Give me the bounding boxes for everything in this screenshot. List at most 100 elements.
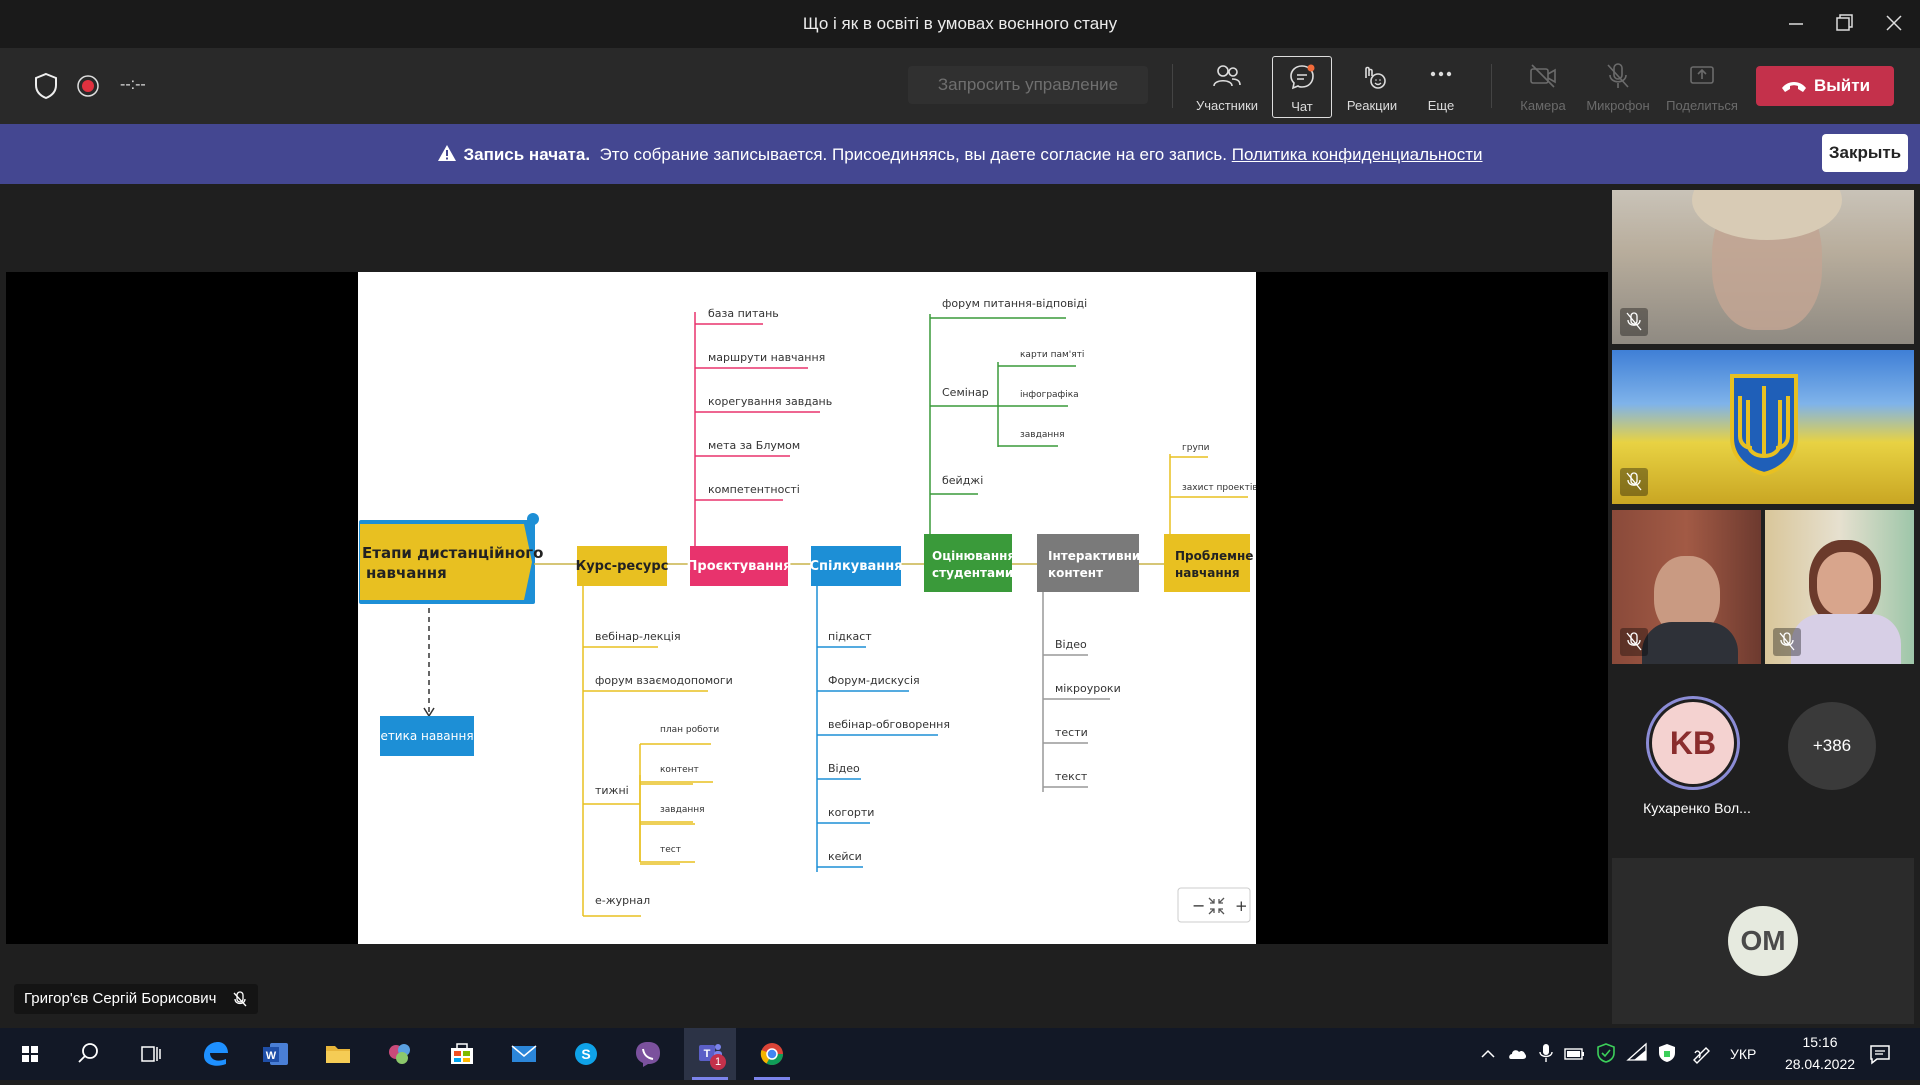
more-icon [1430, 71, 1452, 77]
pen-icon[interactable] [1690, 1042, 1712, 1064]
course-item-3: е-журнал [595, 894, 650, 907]
request-control-button[interactable]: Запросить управление [908, 66, 1148, 104]
clock-time[interactable]: 15:16 [1770, 1034, 1870, 1050]
taskbar-viber[interactable] [622, 1028, 674, 1080]
taskbar-store[interactable] [436, 1028, 488, 1080]
root-handle[interactable] [527, 513, 539, 525]
reactions-button[interactable]: Реакции [1338, 48, 1406, 124]
recording-banner: Запись начата. Это собрание записывается… [0, 124, 1920, 184]
leave-label: Выйти [1814, 76, 1871, 95]
weeks-item-1: контент [660, 765, 699, 775]
restore-icon [1836, 14, 1853, 31]
participant-video-tile[interactable] [1612, 510, 1761, 664]
presenter-name-tag: Григор'єв Сергій Борисович [14, 984, 259, 1014]
participant-om-tile[interactable]: OM [1612, 858, 1914, 1024]
avatar-kv[interactable]: KB [1652, 702, 1734, 784]
eval-node[interactable] [924, 534, 1012, 592]
battery-icon[interactable] [1564, 1046, 1586, 1062]
notifications-icon[interactable] [1868, 1042, 1892, 1066]
keyboard-language[interactable]: УКР [1730, 1046, 1756, 1062]
close-window-button[interactable] [1874, 8, 1914, 38]
participant-video-tile[interactable] [1765, 510, 1914, 664]
teams-icon: T [699, 1044, 722, 1061]
seminar-item-2: завдання [1020, 430, 1065, 440]
mic-off-icon [233, 991, 247, 1007]
interactive-label-1: Інтерактивний [1048, 549, 1149, 563]
leave-button[interactable]: Выйти [1756, 66, 1894, 106]
cloud-icon[interactable] [1506, 1044, 1528, 1064]
restore-button[interactable] [1824, 8, 1864, 38]
chat-button[interactable]: Чат [1272, 56, 1332, 118]
camera-off-icon [1530, 64, 1556, 88]
interactive-label-2: контент [1048, 566, 1103, 580]
chat-label: Чат [1291, 99, 1313, 114]
interactive-item-2: тести [1055, 726, 1088, 739]
taskbar-app[interactable] [374, 1028, 426, 1080]
teams-badge: 1 [710, 1054, 726, 1070]
more-participants-button[interactable]: +386 [1788, 702, 1876, 790]
zoom-out-button[interactable]: − [1192, 896, 1205, 915]
interactive-node[interactable] [1037, 534, 1139, 592]
course-item-0: вебінар-лекція [595, 630, 681, 643]
interactive-item-3: текст [1055, 770, 1088, 783]
weeks-item-2: завдання [660, 805, 705, 815]
taskbar-chrome[interactable] [746, 1028, 798, 1080]
microphone-icon[interactable] [1536, 1042, 1556, 1064]
taskbar-skype[interactable]: S [560, 1028, 612, 1080]
mic-label: Микрофон [1586, 98, 1650, 113]
comm-item-3: Відео [828, 762, 860, 775]
hang-up-icon [1782, 82, 1806, 92]
design-item-1: маршрути навчання [708, 351, 825, 364]
privacy-policy-link[interactable]: Политика конфиденциальности [1232, 145, 1483, 164]
edge-icon [204, 1042, 228, 1066]
taskbar-word[interactable]: W [250, 1028, 302, 1080]
course-item-2: тижні [595, 784, 629, 797]
eval-item-1: Семінар [942, 386, 989, 399]
mic-button[interactable]: Микрофон [1582, 48, 1654, 124]
folder-icon [326, 1046, 350, 1063]
wifi-icon[interactable] [1626, 1042, 1648, 1062]
comm-item-2: вебінар-обговорення [828, 718, 950, 731]
mail-icon [511, 1045, 537, 1062]
reactions-label: Реакции [1346, 98, 1398, 113]
comm-label: Спілкування [809, 559, 902, 574]
participant-avatar-area: KB Кухаренко Вол... +386 [1612, 680, 1914, 840]
start-button[interactable] [4, 1028, 56, 1080]
camera-button[interactable]: Камера [1508, 48, 1578, 124]
chrome-icon [760, 1043, 783, 1065]
course-item-1: форум взаємодопомоги [595, 674, 733, 687]
comm-item-1: Форум-дискусія [828, 674, 920, 687]
share-button[interactable]: Поделиться [1658, 48, 1746, 124]
presenter-name: Григор'єв Сергій Борисович [24, 990, 217, 1007]
defender-icon[interactable] [1596, 1042, 1616, 1064]
clock-date[interactable]: 28.04.2022 [1770, 1056, 1870, 1072]
avatar-om: OM [1728, 906, 1798, 976]
participants-button[interactable]: Участники [1188, 48, 1266, 124]
problem-node[interactable] [1164, 534, 1250, 592]
minimize-button[interactable] [1776, 8, 1816, 38]
design-item-3: мета за Блумом [708, 439, 800, 452]
taskbar-explorer[interactable] [312, 1028, 364, 1080]
root-node[interactable] [360, 524, 532, 600]
task-view-button[interactable] [124, 1028, 176, 1080]
zoom-in-button[interactable]: + [1235, 897, 1248, 915]
banner-close-button[interactable]: Закрыть [1822, 134, 1908, 172]
more-button[interactable]: Еще [1410, 48, 1472, 124]
taskbar-teams[interactable]: T 1 [684, 1028, 736, 1080]
chevron-up-icon[interactable] [1478, 1044, 1498, 1064]
root-label-2: навчання [366, 564, 447, 582]
security-icon[interactable] [1656, 1042, 1678, 1064]
reactions-icon [1365, 66, 1386, 89]
participant-flag-tile[interactable] [1612, 350, 1914, 504]
participant-video-tile[interactable] [1612, 190, 1914, 344]
taskbar-search[interactable] [62, 1028, 114, 1080]
svg-text:S: S [581, 1046, 590, 1062]
taskbar-edge[interactable] [188, 1028, 240, 1080]
banner-text: Это собрание записывается. Присоединяясь… [599, 145, 1227, 164]
eval-item-0: форум питання-відповіді [942, 297, 1087, 310]
mic-off-icon [1607, 63, 1629, 88]
task-view-icon [141, 1046, 161, 1062]
weeks-item-0: план роботи [660, 725, 719, 735]
toolbar-divider [1491, 64, 1492, 108]
taskbar-mail[interactable] [498, 1028, 550, 1080]
